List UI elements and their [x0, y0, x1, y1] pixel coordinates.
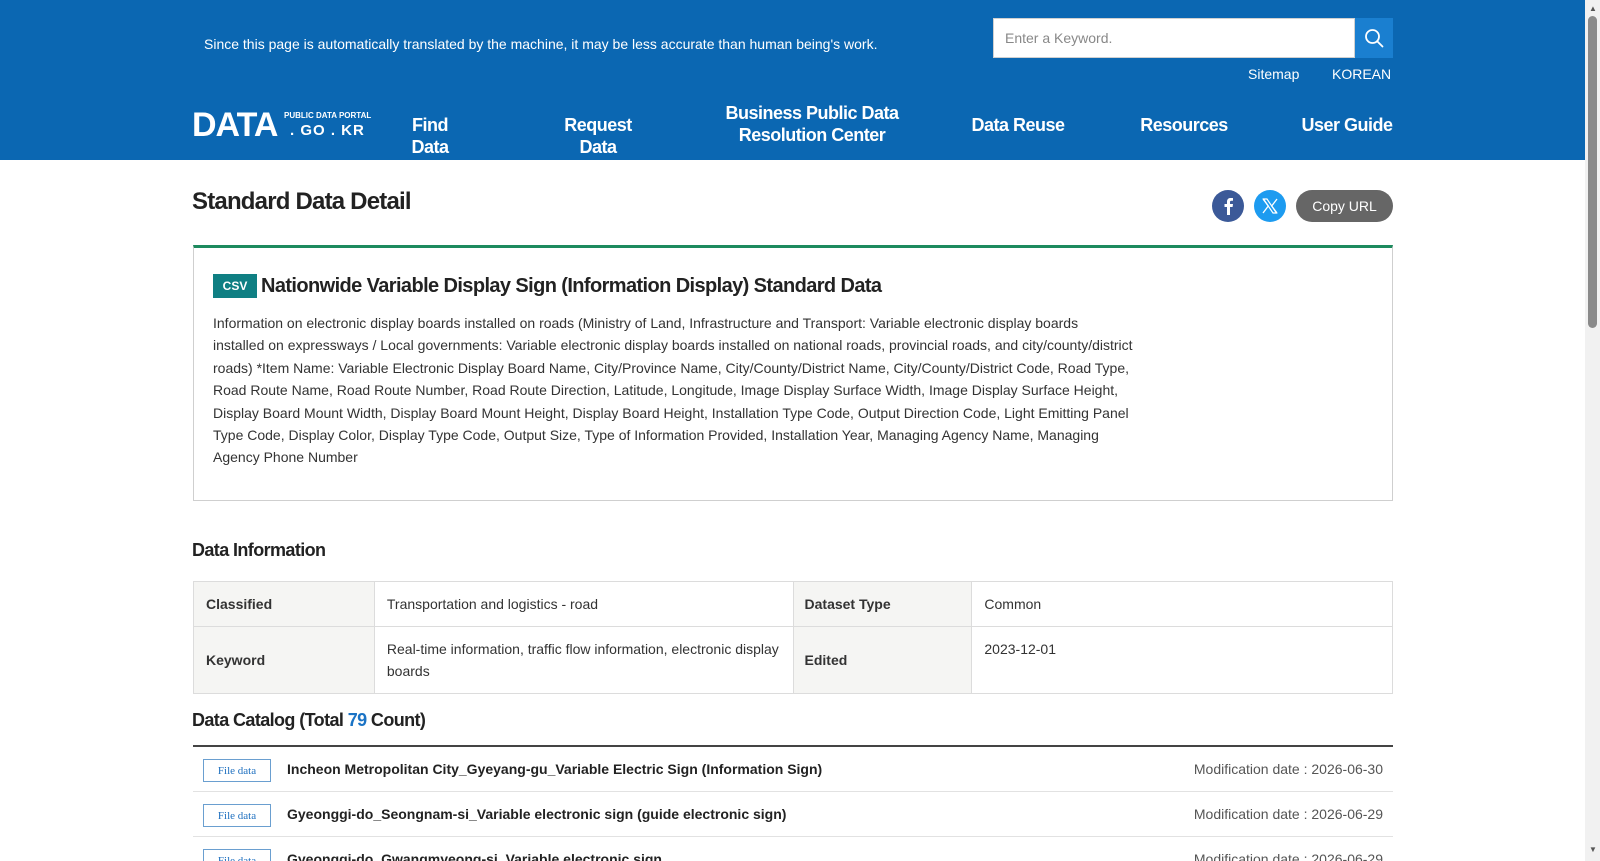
dataset-summary: CSV Nationwide Variable Display Sign (In… [193, 245, 1393, 501]
korean-link[interactable]: KOREAN [1332, 66, 1391, 82]
page-title: Standard Data Detail [192, 188, 412, 215]
facebook-share-button[interactable] [1212, 190, 1244, 222]
scroll-thumb[interactable] [1588, 16, 1597, 328]
info-label: Keyword [193, 626, 375, 694]
catalog-total-count: 79 [347, 710, 367, 730]
logo-small-text: PUBLIC DATA PORTAL [284, 111, 372, 120]
logo-domain-text: . GO . KR [290, 122, 365, 139]
nav-request-data[interactable]: Request Data [544, 114, 652, 158]
dataset-description: Information on electronic display boards… [213, 315, 1133, 466]
scroll-up-arrow-icon[interactable]: ▲ [1589, 4, 1597, 13]
x-icon [1262, 198, 1278, 214]
catalog-item[interactable]: File data Incheon Metropolitan City_Gyey… [193, 747, 1393, 792]
catalog-item-title[interactable]: Incheon Metropolitan City_Gyeyang-gu_Var… [287, 761, 822, 777]
site-header: Since this page is automatically transla… [0, 0, 1585, 160]
copy-url-button[interactable]: Copy URL [1296, 190, 1393, 222]
data-information-table: Classified Transportation and logistics … [193, 581, 1393, 694]
catalog-heading-prefix: Data Catalog (Total [192, 710, 348, 730]
catalog-item-date: Modification date : 2026-06-29 [1193, 851, 1383, 861]
info-label: Classified [193, 581, 375, 627]
catalog-item[interactable]: File data Gyeonggi-do_Gwangmyeong-si_Var… [193, 837, 1393, 861]
info-row: Classified Transportation and logistics … [193, 581, 1393, 627]
catalog-item-date: Modification date : 2026-06-30 [1193, 761, 1383, 777]
search-input[interactable] [993, 18, 1355, 58]
info-value: Transportation and logistics - road [373, 581, 794, 627]
search-icon [1365, 29, 1384, 48]
search-button[interactable] [1355, 18, 1393, 58]
catalog-item-title[interactable]: Gyeonggi-do_Seongnam-si_Variable electro… [287, 806, 786, 822]
data-information-heading: Data Information [192, 540, 326, 560]
nav-find-data[interactable]: Find Data [392, 114, 468, 158]
site-logo[interactable]: DATA PUBLIC DATA PORTAL . GO . KR [192, 106, 371, 144]
format-badge: CSV [213, 274, 257, 298]
x-share-button[interactable] [1254, 190, 1286, 222]
logo-main-text: DATA [192, 106, 278, 144]
file-data-tag: File data [203, 759, 271, 782]
catalog-item[interactable]: File data Gyeonggi-do_Seongnam-si_Variab… [193, 792, 1393, 837]
data-catalog-heading: Data Catalog (Total 79 Count) [192, 710, 426, 731]
catalog-heading-suffix: Count) [366, 710, 426, 730]
info-label: Edited [792, 626, 973, 694]
info-value: Real-time information, traffic flow info… [373, 626, 794, 694]
scroll-down-arrow-icon[interactable]: ▼ [1589, 845, 1597, 854]
dataset-title: Nationwide Variable Display Sign (Inform… [261, 275, 882, 297]
facebook-icon [1224, 198, 1233, 215]
nav-resources[interactable]: Resources [1140, 114, 1228, 136]
nav-user-guide[interactable]: User Guide [1300, 114, 1394, 136]
sitemap-link[interactable]: Sitemap [1248, 66, 1299, 82]
info-label: Dataset Type [792, 581, 973, 627]
info-row: Keyword Real-time information, traffic f… [193, 626, 1393, 694]
translation-notice: Since this page is automatically transla… [204, 36, 878, 52]
nav-data-reuse[interactable]: Data Reuse [971, 114, 1065, 136]
search-box [993, 18, 1393, 58]
catalog-item-title[interactable]: Gyeonggi-do_Gwangmyeong-si_Variable elec… [287, 851, 662, 861]
catalog-item-date: Modification date : 2026-06-29 [1193, 806, 1383, 822]
info-value: Common [971, 581, 1393, 627]
file-data-tag: File data [203, 804, 271, 827]
vertical-scrollbar[interactable]: ▲ ▼ [1585, 0, 1600, 861]
info-value: 2023-12-01 [971, 626, 1393, 694]
nav-business-resolution-center[interactable]: Business Public Data Resolution Center [716, 102, 908, 146]
file-data-tag: File data [203, 849, 271, 861]
